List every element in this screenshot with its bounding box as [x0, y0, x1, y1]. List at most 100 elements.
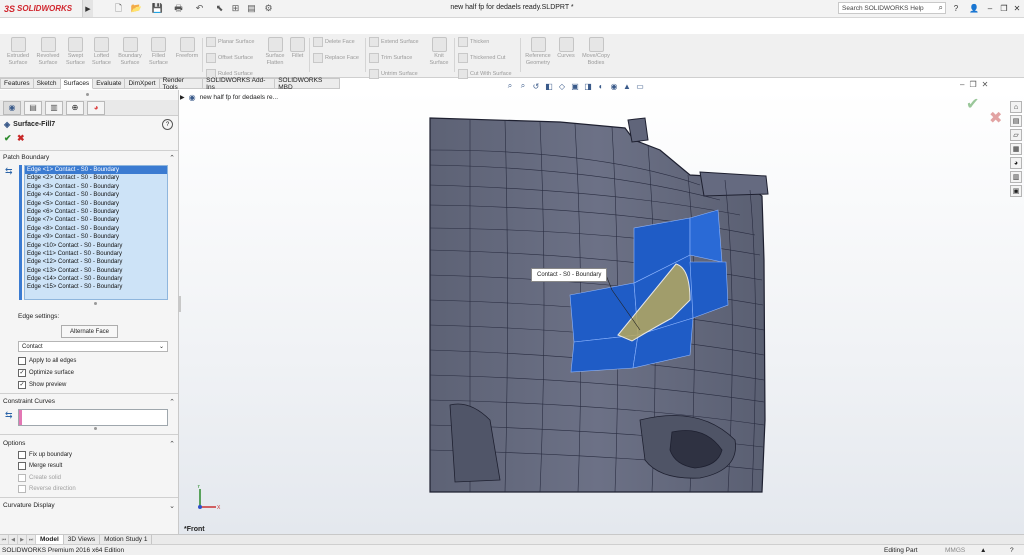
options-gear-icon[interactable]: ⚙ — [263, 3, 274, 14]
list-resize-handle[interactable] — [94, 427, 97, 430]
fix-up-boundary-checkbox[interactable]: Fix up boundary — [18, 451, 72, 459]
ok-check-icon[interactable]: ✔ — [4, 133, 12, 144]
next-tab-icon[interactable]: ▶ — [18, 535, 27, 544]
extend-surface-button[interactable]: Extend Surface — [369, 37, 419, 47]
curves-button[interactable]: Curves — [555, 37, 577, 60]
zoom-to-fit-icon[interactable]: ⌕ — [505, 81, 515, 91]
boundary-edge-item[interactable]: Edge <10> Contact - S0 - Boundary — [25, 242, 167, 250]
patch-boundary-list[interactable]: Edge <1> Contact - S0 - Boundary Edge <2>… — [24, 165, 168, 300]
minimize-button[interactable]: – — [984, 2, 996, 14]
show-preview-checkbox[interactable]: ✓ Show preview — [18, 381, 66, 389]
feature-manager-tab[interactable]: ◉ — [3, 100, 21, 115]
boundary-edge-item[interactable]: Edge <7> Contact - S0 - Boundary — [25, 216, 167, 224]
alternate-face-button[interactable]: Alternate Face — [61, 325, 118, 338]
search-help-field[interactable]: Search SOLIDWORKS Help ⌕ — [838, 2, 946, 14]
unit-system-button[interactable]: MMGS — [945, 547, 965, 554]
file-properties-icon[interactable]: ▤ — [246, 3, 257, 14]
search-icon[interactable]: ⌕ — [939, 3, 943, 13]
cancel-x-icon[interactable]: ✖ — [17, 133, 25, 144]
help-button[interactable]: ? — [162, 119, 173, 130]
offset-surface-button[interactable]: Offset Surface — [206, 53, 254, 63]
extruded-surface-button[interactable]: Extruded Surface — [5, 37, 31, 67]
constraint-curves-list[interactable] — [18, 409, 168, 426]
revolved-surface-button[interactable]: Revolved Surface — [34, 37, 62, 67]
previous-view-icon[interactable]: ↺ — [531, 81, 541, 91]
tab-surfaces[interactable]: Surfaces — [60, 78, 94, 89]
rebuild-icon[interactable]: ⊞ — [230, 3, 241, 14]
collapse-chevron-icon[interactable]: ⌃ — [169, 440, 175, 448]
tab-3d-views[interactable]: 3D Views — [64, 535, 101, 544]
swept-surface-button[interactable]: Swept Surface — [63, 37, 88, 67]
boundary-surface-button[interactable]: Boundary Surface — [115, 37, 145, 67]
save-icon[interactable]: 💾 — [152, 3, 163, 14]
panel-resize-grip[interactable] — [178, 296, 181, 312]
thicken-button[interactable]: Thicken — [458, 37, 512, 47]
home-icon[interactable]: ⌂ — [1010, 101, 1022, 113]
confirm-cancel-x-icon[interactable]: ✖ — [989, 108, 1002, 128]
appearances-icon[interactable]: ◕ — [1010, 157, 1022, 169]
user-icon[interactable]: 👤 — [968, 2, 980, 14]
checkbox-box[interactable] — [18, 462, 26, 470]
print-icon[interactable]: 🖶 — [173, 3, 184, 14]
boundary-edge-item[interactable]: Edge <9> Contact - S0 - Boundary — [25, 233, 167, 241]
trim-surface-button[interactable]: Trim Surface — [369, 53, 419, 63]
curvature-display-header[interactable]: Curvature Display ⌄ — [3, 501, 175, 510]
tab-features[interactable]: Features — [0, 78, 34, 89]
first-tab-icon[interactable]: ⏮ — [0, 535, 9, 544]
edge-condition-select[interactable]: Contact ⌄ — [18, 341, 168, 352]
boundary-edge-item[interactable]: Edge <13> Contact - S0 - Boundary — [25, 267, 167, 275]
boundary-edge-item[interactable]: Edge <15> Contact - S0 - Boundary — [25, 283, 167, 291]
forum-icon[interactable]: ▣ — [1010, 185, 1022, 197]
filled-surface-button[interactable]: Filled Surface — [146, 37, 171, 67]
cut-with-surface-button[interactable]: Cut With Surface — [458, 69, 512, 79]
knit-surface-button[interactable]: Knit Surface — [427, 37, 451, 67]
boundary-edge-item[interactable]: Edge <8> Contact - S0 - Boundary — [25, 225, 167, 233]
tab-model[interactable]: Model — [36, 535, 64, 544]
menu-expand-arrow-icon[interactable]: ▶ — [82, 0, 93, 17]
constraint-curves-header[interactable]: Constraint Curves ⌃ — [3, 397, 175, 406]
section-view-icon[interactable]: ◧ — [544, 81, 554, 91]
boundary-edge-item[interactable]: Edge <1> Contact - S0 - Boundary — [25, 166, 167, 175]
apply-scene-icon[interactable]: ▲ — [622, 81, 632, 91]
viewport-restore-button[interactable]: ❐ — [969, 80, 976, 89]
optimize-surface-checkbox[interactable]: ✓ Optimize surface — [18, 369, 74, 377]
boundary-edge-item[interactable]: Edge <14> Contact - S0 - Boundary — [25, 275, 167, 283]
graphics-area[interactable] — [179, 90, 1024, 534]
tab-mbd[interactable]: SOLIDWORKS MBD — [275, 77, 340, 91]
collapse-chevron-icon[interactable]: ⌃ — [169, 398, 175, 406]
checkbox-box[interactable] — [18, 451, 26, 459]
boundary-edge-item[interactable]: Edge <3> Contact - S0 - Boundary — [25, 183, 167, 191]
restore-button[interactable]: ❐ — [998, 2, 1010, 14]
dimxpert-manager-tab[interactable]: ⊕ — [66, 100, 84, 115]
tab-addins[interactable]: SOLIDWORKS Add-Ins — [203, 77, 276, 91]
viewport-close-button[interactable]: ✕ — [982, 80, 989, 89]
boundary-edge-item[interactable]: Edge <6> Contact - S0 - Boundary — [25, 208, 167, 216]
freeform-button[interactable]: Freeform — [172, 37, 202, 60]
select-cursor-icon[interactable]: ⬉ — [214, 3, 225, 14]
panel-splitter[interactable] — [86, 93, 89, 96]
edit-appearance-icon[interactable]: ◉ — [609, 81, 619, 91]
view-orientation-icon[interactable]: ▣ — [570, 81, 580, 91]
checkbox-box[interactable] — [18, 357, 26, 365]
undo-icon[interactable]: ↶ — [194, 3, 205, 14]
status-help-icon[interactable]: ? — [1010, 547, 1014, 554]
boundary-callout[interactable]: Contact - S0 - Boundary — [531, 268, 608, 282]
checkbox-box[interactable] — [18, 474, 26, 482]
list-resize-handle[interactable] — [94, 302, 97, 305]
file-explorer-icon[interactable]: ▱ — [1010, 129, 1022, 141]
expand-arrow-icon[interactable]: ▶ — [180, 94, 185, 101]
patch-boundary-header[interactable]: Patch Boundary ⌃ — [3, 153, 175, 162]
zoom-to-area-icon[interactable]: ⌕ — [518, 81, 528, 91]
surface-flatten-button[interactable]: Surface Flatten — [262, 37, 288, 67]
help-question-icon[interactable]: ? — [950, 2, 962, 14]
fillet-button[interactable]: Fillet — [289, 37, 306, 60]
tab-evaluate[interactable]: Evaluate — [93, 78, 126, 89]
planar-surface-button[interactable]: Planar Surface — [206, 37, 254, 47]
close-button[interactable]: ✕ — [1011, 2, 1023, 14]
tab-sketch[interactable]: Sketch — [33, 78, 61, 89]
checkbox-box[interactable] — [18, 485, 26, 493]
tab-render-tools[interactable]: Render Tools — [159, 77, 204, 91]
lofted-surface-button[interactable]: Lofted Surface — [89, 37, 114, 67]
boundary-edge-item[interactable]: Edge <12> Contact - S0 - Boundary — [25, 258, 167, 266]
options-header[interactable]: Options ⌃ — [3, 439, 175, 448]
